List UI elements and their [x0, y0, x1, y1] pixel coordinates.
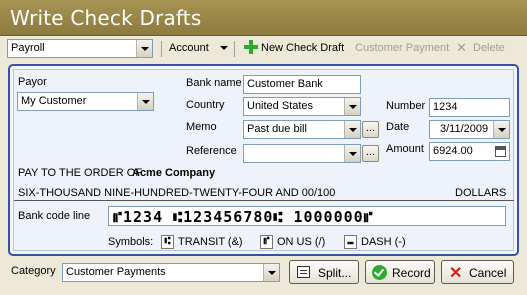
chevron-down-icon[interactable]	[344, 121, 360, 138]
delete-icon: ✕	[456, 40, 467, 55]
new-check-draft-button[interactable]: New Check Draft	[261, 42, 344, 54]
split-icon	[297, 266, 310, 278]
account-select-value: Payroll	[11, 42, 45, 54]
customer-payment-button[interactable]: Customer Payment	[355, 42, 449, 54]
dollars-label: DOLLARS	[455, 187, 507, 199]
number-field[interactable]: 1234	[429, 98, 510, 117]
bank-code-label: Bank code line	[18, 210, 91, 222]
bank-name-value: Customer Bank	[247, 78, 323, 90]
payor-select[interactable]: My Customer	[17, 92, 154, 111]
amount-field[interactable]: 6924.00	[429, 142, 510, 161]
country-value: United States	[247, 100, 314, 112]
payor-value: My Customer	[21, 95, 87, 107]
memo-browse-button[interactable]: ...	[362, 121, 379, 138]
on-us-symbol-label: ON US (/)	[277, 236, 326, 248]
payor-label: Payor	[18, 76, 47, 88]
split-button-label: Split...	[318, 266, 352, 280]
bank-code-value: ⑈1234 ⑆123456780⑆ 1000000⑈	[113, 208, 374, 226]
toolbar-separator	[234, 41, 235, 57]
window-title: Write Check Drafts	[10, 6, 202, 30]
transit-symbol-icon: ⑆	[161, 235, 174, 249]
cancel-button-label: Cancel	[469, 266, 507, 280]
toolbar-separator	[161, 41, 162, 57]
category-select[interactable]: Customer Payments	[62, 263, 280, 282]
dash-symbol-label: DASH (-)	[361, 236, 406, 248]
record-button[interactable]: Record	[365, 260, 435, 284]
date-label: Date	[386, 121, 410, 133]
reference-label: Reference	[186, 145, 237, 157]
cancel-button[interactable]: ✕ Cancel	[441, 260, 514, 284]
category-value: Customer Payments	[66, 266, 166, 278]
dash-symbol-button[interactable]: ⑉ DASH (-)	[343, 233, 411, 252]
country-select[interactable]: United States	[243, 97, 361, 116]
footer-bar: Category Customer Payments Split... Reco…	[0, 258, 527, 295]
on-us-symbol-button[interactable]: ⑈ ON US (/)	[259, 233, 334, 252]
record-button-label: Record	[392, 266, 431, 280]
dash-symbol-icon: ⑉	[344, 235, 357, 249]
reference-select[interactable]	[243, 144, 361, 163]
memo-select[interactable]: Past due bill	[243, 120, 361, 139]
bank-code-field[interactable]: ⑈1234 ⑆123456780⑆ 1000000⑈	[108, 206, 506, 226]
delete-button[interactable]: Delete	[473, 42, 505, 54]
chevron-down-icon[interactable]	[220, 46, 228, 50]
pay-to-label: PAY TO THE ORDER OF	[18, 167, 143, 179]
amount-in-words: SIX-THOUSAND NINE-HUNDRED-TWENTY-FOUR AN…	[18, 187, 336, 199]
chevron-down-icon[interactable]	[493, 121, 509, 138]
plus-icon	[244, 40, 258, 54]
country-label: Country	[186, 99, 225, 111]
on-us-symbol-icon: ⑈	[260, 235, 273, 249]
chevron-down-icon[interactable]	[344, 145, 360, 162]
bank-name-label: Bank name	[186, 77, 242, 89]
close-icon: ✕	[449, 265, 463, 282]
account-select[interactable]: Payroll	[7, 39, 153, 58]
bank-name-field[interactable]: Customer Bank	[243, 75, 361, 94]
memo-label: Memo	[186, 121, 217, 133]
number-value: 1234	[433, 101, 458, 113]
chevron-down-icon[interactable]	[263, 264, 279, 281]
chevron-down-icon[interactable]	[137, 93, 153, 110]
transit-symbol-label: TRANSIT (&)	[178, 236, 243, 248]
date-value: 3/11/2009	[440, 123, 489, 135]
payee-name: Acme Company	[132, 167, 216, 179]
memo-value: Past due bill	[247, 123, 307, 135]
split-button[interactable]: Split...	[289, 260, 359, 284]
date-select[interactable]: 3/11/2009	[429, 120, 510, 139]
chevron-down-icon[interactable]	[136, 40, 152, 57]
transit-symbol-button[interactable]: ⑆ TRANSIT (&)	[160, 233, 245, 252]
number-label: Number	[386, 100, 426, 112]
calculator-icon[interactable]	[495, 146, 506, 157]
category-label: Category	[11, 265, 56, 277]
reference-browse-button[interactable]: ...	[362, 145, 379, 162]
title-bar: Write Check Drafts	[0, 0, 527, 36]
symbols-label: Symbols:	[108, 236, 154, 248]
amount-label: Amount	[386, 143, 424, 155]
divider	[14, 200, 514, 201]
amount-value: 6924.00	[433, 145, 473, 157]
account-menu-button[interactable]: Account	[169, 42, 209, 54]
chevron-down-icon[interactable]	[344, 98, 360, 115]
checkmark-icon	[372, 265, 387, 280]
toolbar: Payroll Account New Check Draft Customer…	[0, 37, 527, 61]
